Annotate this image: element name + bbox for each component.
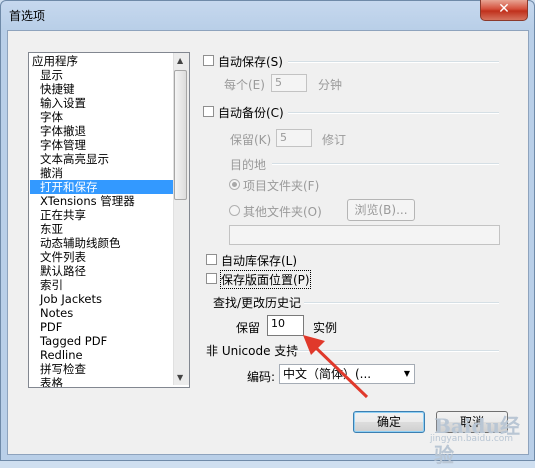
category-item[interactable]: 东亚 — [30, 222, 184, 236]
scroll-down-arrow-icon[interactable]: ▼ — [177, 373, 183, 382]
scroll-up-arrow-icon[interactable]: ▲ — [177, 56, 183, 65]
divider — [272, 163, 499, 165]
category-item[interactable]: 字体 — [30, 110, 184, 124]
divider — [304, 302, 499, 304]
autobackup-label: 自动备份(C) — [218, 106, 284, 120]
history-keep-label: 保留 — [236, 321, 261, 335]
divider — [288, 112, 499, 114]
browse-button[interactable]: 浏览(B)... — [347, 199, 415, 221]
autobackup-checkbox[interactable] — [203, 106, 214, 117]
non-unicode-heading: 非 Unicode 支持 — [206, 344, 299, 358]
save-layout-checkbox[interactable] — [206, 273, 217, 284]
project-folder-radio[interactable] — [229, 179, 240, 190]
category-item[interactable]: PDF — [30, 320, 184, 334]
chevron-down-icon: ▼ — [403, 369, 410, 378]
category-item[interactable]: 默认路径 — [30, 264, 184, 278]
category-item[interactable]: 打开和保存 — [30, 180, 184, 194]
autosave-checkbox[interactable] — [203, 55, 214, 66]
divider — [288, 61, 499, 63]
category-item[interactable]: Job Jackets — [30, 292, 184, 306]
category-item[interactable]: 表格 — [30, 376, 184, 387]
project-folder-label: 项目文件夹(F) — [243, 179, 320, 193]
category-item[interactable]: 字体管理 — [30, 138, 184, 152]
other-folder-label: 其他文件夹(O) — [243, 205, 322, 219]
autolibrary-label: 自动库保存(L) — [221, 254, 298, 268]
category-list[interactable]: 应用程序 显示 快捷键 输入设置 字体 字体撤退 字体管理 文本高亮显示 撤消 打开和保存 XTen… — [28, 52, 190, 388]
category-item[interactable]: 输入设置 — [30, 96, 184, 110]
category-item[interactable]: 字体撤退 — [30, 124, 184, 138]
autosave-every-label: 每个(E) — [224, 78, 265, 92]
annotation-arrow-icon — [303, 335, 369, 399]
autolibrary-checkbox[interactable] — [206, 254, 217, 265]
category-item[interactable]: 快捷键 — [30, 82, 184, 96]
watermark-url: jingyan.baidu.com — [430, 434, 514, 444]
window-title: 首选项 — [9, 9, 46, 23]
autobackup-keep-label: 保留(K) — [230, 133, 272, 147]
category-item[interactable]: 文本高亮显示 — [30, 152, 184, 166]
other-folder-radio[interactable] — [229, 205, 240, 216]
category-item[interactable]: 撤消 — [30, 166, 184, 180]
category-item[interactable]: Redline — [30, 348, 184, 362]
category-item[interactable]: 动态辅助线颜色 — [30, 236, 184, 250]
autosave-unit-label: 分钟 — [318, 78, 343, 92]
category-item[interactable]: Tagged PDF — [30, 334, 184, 348]
autobackup-count-field[interactable]: 5 — [276, 129, 312, 147]
category-item[interactable]: XTensions 管理器 — [30, 194, 184, 208]
close-button[interactable]: ✕ — [480, 0, 528, 21]
category-item[interactable]: 索引 — [30, 278, 184, 292]
scrollbar-thumb[interactable] — [174, 70, 187, 200]
destination-heading: 目的地 — [230, 158, 267, 172]
autosave-interval-field[interactable]: 5 — [271, 74, 307, 92]
category-item[interactable]: 文件列表 — [30, 250, 184, 264]
encoding-label: 编码: — [247, 370, 276, 384]
autobackup-unit-label: 修订 — [322, 133, 347, 147]
history-heading: 查找/更改历史记 — [213, 296, 302, 310]
category-item[interactable]: 显示 — [30, 68, 184, 82]
ok-button[interactable]: 确定 — [353, 411, 425, 433]
autosave-label: 自动保存(S) — [218, 55, 283, 69]
category-item[interactable]: 应用程序 — [30, 54, 176, 68]
category-item[interactable]: Notes — [30, 306, 184, 320]
category-item[interactable]: 拼写检查 — [30, 362, 184, 376]
category-item[interactable]: 正在共享 — [30, 208, 184, 222]
folder-path-field[interactable] — [229, 225, 500, 245]
save-layout-label: 保存版面位置(P) — [220, 270, 311, 289]
